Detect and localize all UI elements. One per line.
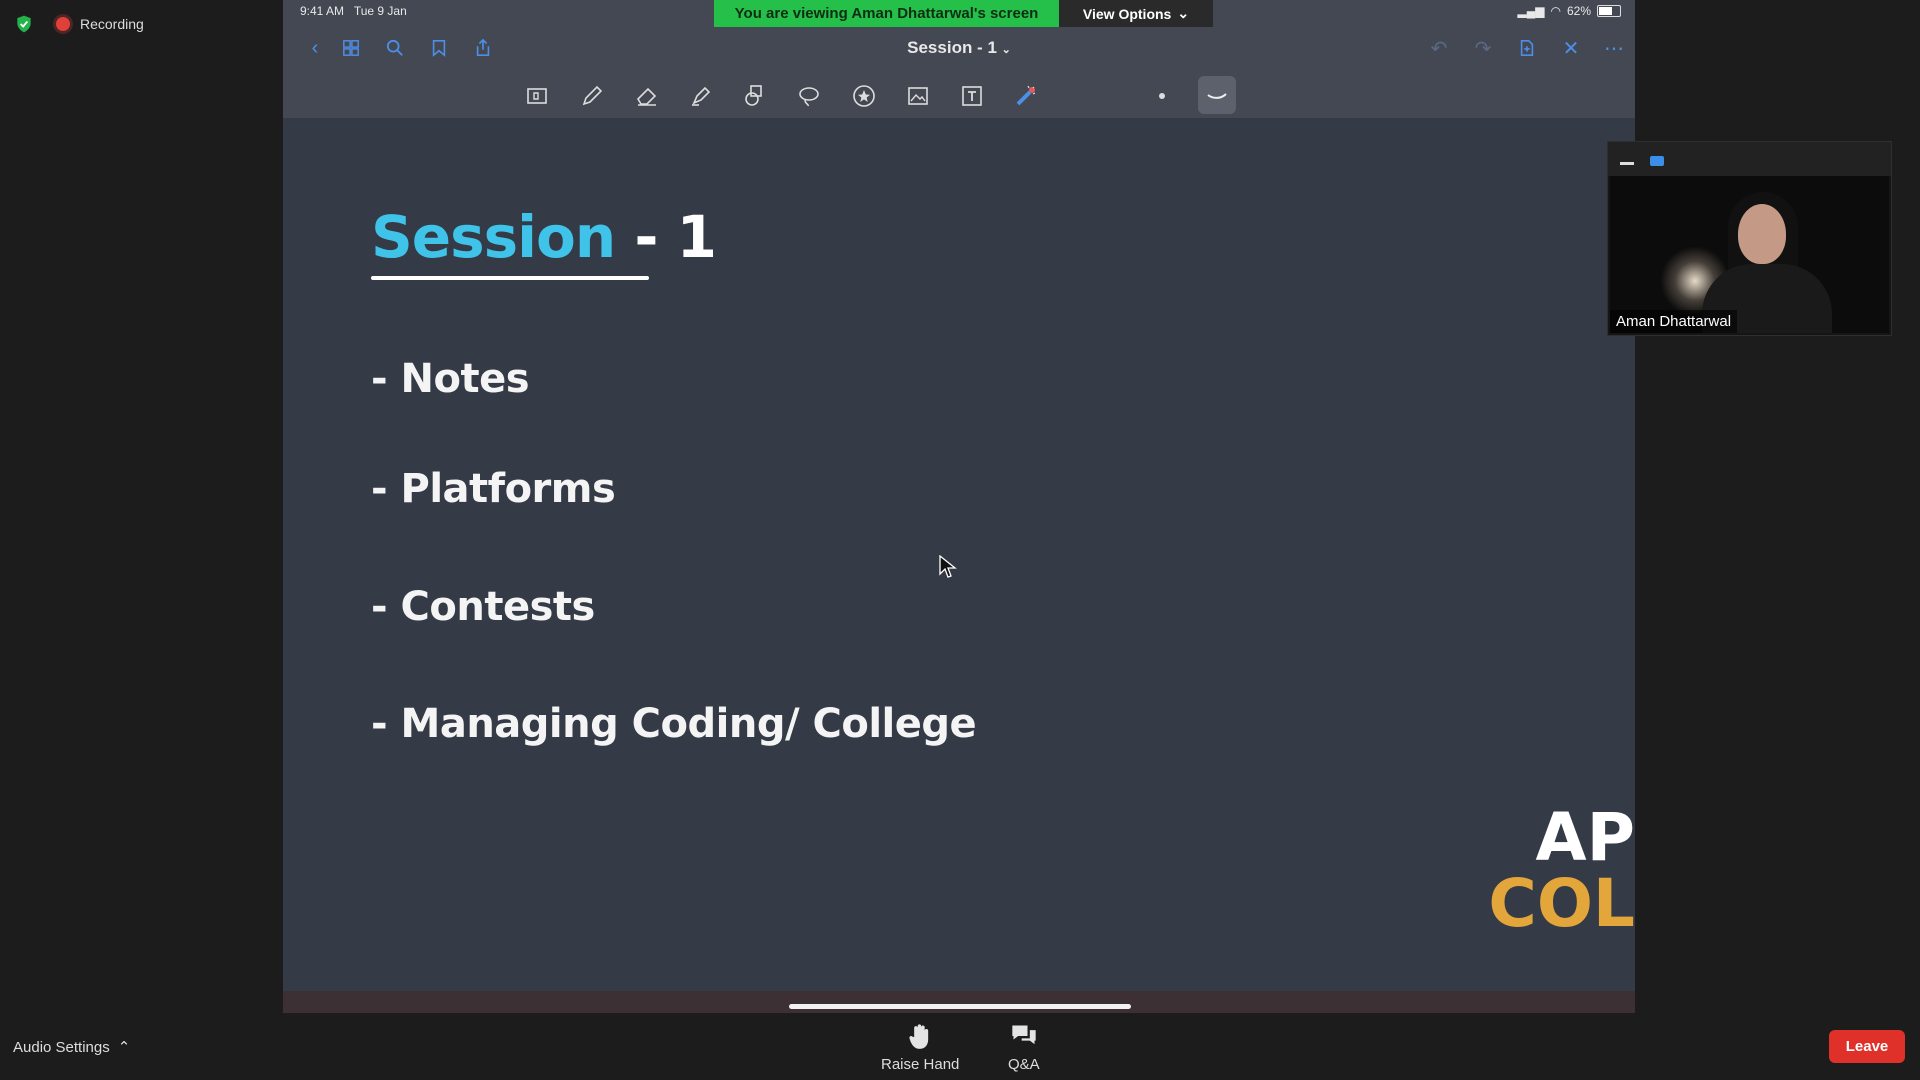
- slide-title-word: Session: [371, 203, 616, 271]
- shared-screen[interactable]: 9:41 AM Tue 9 Jan ▂▄▆ ◠ 62% ‹ Session - …: [283, 0, 1635, 1013]
- bullet-managing-coding-college: - Managing Coding/ College: [371, 701, 977, 747]
- status-time-date: 9:41 AM Tue 9 Jan: [300, 4, 407, 18]
- pen-stroke-style-icon[interactable]: [1198, 76, 1236, 114]
- document-title-text: Session - 1: [907, 38, 997, 57]
- close-icon[interactable]: ✕: [1557, 34, 1585, 62]
- security-shield-icon[interactable]: [14, 14, 34, 34]
- lasso-icon[interactable]: [791, 78, 827, 114]
- status-time: 9:41 AM: [300, 4, 345, 18]
- raise-hand-icon: [909, 1024, 929, 1049]
- chevron-up-icon: ⌃: [117, 1039, 131, 1056]
- home-indicator: [789, 1004, 1131, 1009]
- status-right: ▂▄▆ ◠ 62%: [1518, 4, 1621, 18]
- laser-pointer-icon[interactable]: [1008, 78, 1044, 114]
- minimize-icon[interactable]: [1620, 162, 1634, 165]
- view-mode-icon[interactable]: [1650, 156, 1664, 166]
- audio-settings-label: Audio Settings: [13, 1038, 110, 1056]
- screen-share-banner: You are viewing Aman Dhattarwal's screen…: [714, 0, 1213, 27]
- mouse-cursor-icon: [939, 555, 957, 578]
- text-box-icon[interactable]: [954, 78, 990, 114]
- battery-icon: [1597, 5, 1621, 17]
- chevron-down-icon: ⌄: [1001, 44, 1011, 56]
- image-icon[interactable]: [900, 78, 936, 114]
- video-tile-header: [1608, 142, 1891, 176]
- record-dot-icon: [56, 17, 70, 31]
- slide-title-suffix: - 1: [634, 203, 717, 271]
- shapes-icon[interactable]: [737, 78, 773, 114]
- recording-label: Recording: [80, 16, 144, 32]
- qa-button[interactable]: Q&A: [1008, 1022, 1040, 1073]
- logo-line-1: AP: [1535, 799, 1635, 876]
- pen-icon[interactable]: [574, 78, 610, 114]
- redo-icon[interactable]: ↷: [1469, 34, 1497, 62]
- read-only-mode-icon[interactable]: [519, 78, 555, 114]
- chevron-down-icon: ⌄: [1177, 5, 1190, 21]
- signal-icon: ▂▄▆: [1517, 4, 1545, 18]
- bullet-notes: - Notes: [371, 356, 530, 402]
- speaker-face: [1738, 204, 1786, 264]
- meeting-status: Recording: [14, 14, 144, 34]
- notes-nav-row: ‹ Session - 1 ⌄ ↶ ↷ ✕ ⋯: [283, 34, 1635, 62]
- highlighter-icon[interactable]: [683, 78, 719, 114]
- participant-video-tile[interactable]: Aman Dhattarwal: [1607, 141, 1892, 336]
- view-options-button[interactable]: View Options ⌄: [1059, 0, 1213, 27]
- recording-indicator: Recording: [56, 16, 144, 32]
- audio-settings-button[interactable]: Audio Settings ⌃: [13, 1038, 131, 1057]
- viewing-screen-message: You are viewing Aman Dhattarwal's screen: [714, 0, 1059, 27]
- participant-name: Aman Dhattarwal: [1610, 310, 1738, 333]
- raise-hand-button[interactable]: Raise Hand: [881, 1022, 959, 1073]
- ipad-bottom-strip: [283, 991, 1635, 1013]
- elements-sticker-icon[interactable]: [846, 78, 882, 114]
- more-options-icon[interactable]: ⋯: [1600, 34, 1628, 62]
- qa-label: Q&A: [1008, 1056, 1040, 1073]
- view-options-label: View Options: [1082, 5, 1172, 22]
- stroke-size-dot-icon[interactable]: [1159, 93, 1165, 99]
- status-date: Tue 9 Jan: [353, 4, 407, 18]
- battery-percent: 62%: [1566, 4, 1591, 18]
- slide-title: Session - 1: [371, 203, 717, 271]
- qa-chat-icon: [1012, 1025, 1036, 1045]
- bullet-contests: - Contests: [371, 584, 595, 630]
- eraser-icon[interactable]: [629, 78, 665, 114]
- undo-icon[interactable]: ↶: [1425, 34, 1453, 62]
- logo-line-2: COL: [1488, 865, 1635, 942]
- channel-logo: AP COL: [1488, 805, 1635, 937]
- leave-button[interactable]: Leave: [1829, 1030, 1905, 1063]
- raise-hand-label: Raise Hand: [881, 1056, 960, 1073]
- drawing-tools: [283, 76, 1635, 116]
- title-underline: [371, 276, 649, 280]
- wifi-icon: ◠: [1550, 4, 1561, 18]
- add-page-icon[interactable]: [1513, 34, 1541, 62]
- bullet-platforms: - Platforms: [371, 466, 616, 512]
